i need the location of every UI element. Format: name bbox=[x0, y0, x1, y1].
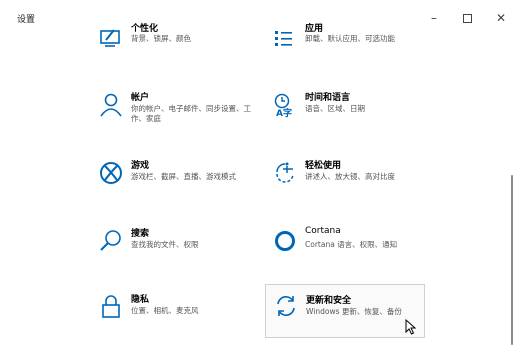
maximize-button[interactable] bbox=[457, 10, 477, 26]
mouse-cursor-icon bbox=[405, 319, 417, 335]
app-title: 设置 bbox=[17, 15, 36, 25]
tile-desc: 讲述人、放大镜、高对比度 bbox=[305, 172, 395, 181]
tile-name: 隐私 bbox=[131, 295, 150, 305]
tile-desc: Cortana 语言、权限、通知 bbox=[305, 240, 398, 249]
update-icon bbox=[277, 296, 295, 316]
tile-personalization[interactable]: 个性化 背景、锁屏、颜色 bbox=[98, 24, 256, 70]
tile-name: 更新和安全 bbox=[306, 296, 352, 306]
tile-apps[interactable]: 应用 卸载、默认应用、可选功能 bbox=[272, 24, 430, 70]
tile-desc: 卸载、默认应用、可选功能 bbox=[305, 34, 395, 43]
close-button[interactable]: ✕ bbox=[491, 10, 511, 26]
tile-desc: 背景、锁屏、颜色 bbox=[131, 34, 191, 43]
tile-name: 搜索 bbox=[131, 229, 150, 239]
maximize-icon bbox=[462, 13, 472, 23]
scrollbar[interactable] bbox=[511, 175, 513, 345]
tile-gaming[interactable]: 游戏 游戏栏、截屏、直播、游戏模式 bbox=[98, 158, 256, 204]
tile-update-security[interactable]: 更新和安全 Windows 更新、恢复、备份 bbox=[265, 284, 425, 338]
tile-desc: Windows 更新、恢复、备份 bbox=[306, 307, 402, 316]
tile-name: 应用 bbox=[305, 24, 324, 34]
tile-ease-of-access[interactable]: 轻松使用 讲述人、放大镜、高对比度 bbox=[272, 158, 430, 204]
personalization-icon bbox=[100, 29, 120, 47]
tile-accounts[interactable]: 帐户 你的帐户、电子邮件、同步设置、工作、家庭 bbox=[98, 90, 256, 136]
tile-desc: 语音、区域、日期 bbox=[305, 104, 365, 113]
time-language-icon: A字 bbox=[274, 93, 292, 118]
tile-desc: 游戏栏、截屏、直播、游戏模式 bbox=[131, 172, 236, 181]
search-icon bbox=[100, 230, 121, 251]
tile-cortana[interactable]: Cortana Cortana 语言、权限、通知 bbox=[272, 226, 430, 272]
tile-desc: 你的帐户、电子邮件、同步设置、工作、家庭 bbox=[131, 104, 251, 123]
apps-icon bbox=[275, 31, 292, 46]
tile-name: 个性化 bbox=[131, 24, 159, 34]
tile-name: 帐户 bbox=[131, 93, 150, 103]
cortana-icon bbox=[275, 231, 295, 251]
tile-name: 轻松使用 bbox=[305, 161, 342, 171]
tile-name: Cortana bbox=[305, 226, 341, 236]
person-icon bbox=[100, 93, 122, 117]
svg-text:A字: A字 bbox=[276, 107, 292, 118]
lock-icon bbox=[102, 295, 120, 318]
xbox-icon bbox=[100, 162, 122, 184]
tile-desc: 查找我的文件、权限 bbox=[131, 240, 199, 249]
tile-desc: 位置、相机、麦克风 bbox=[131, 306, 199, 315]
tile-search[interactable]: 搜索 查找我的文件、权限 bbox=[98, 226, 256, 272]
ease-of-access-icon bbox=[276, 162, 294, 183]
title-bar: 设置 – ✕ bbox=[0, 0, 529, 32]
tile-name: 游戏 bbox=[131, 161, 150, 171]
tile-time-language[interactable]: A字 时间和语言 语音、区域、日期 bbox=[272, 90, 430, 136]
tile-privacy[interactable]: 隐私 位置、相机、麦克风 bbox=[98, 292, 256, 338]
tile-name: 时间和语言 bbox=[305, 93, 351, 103]
